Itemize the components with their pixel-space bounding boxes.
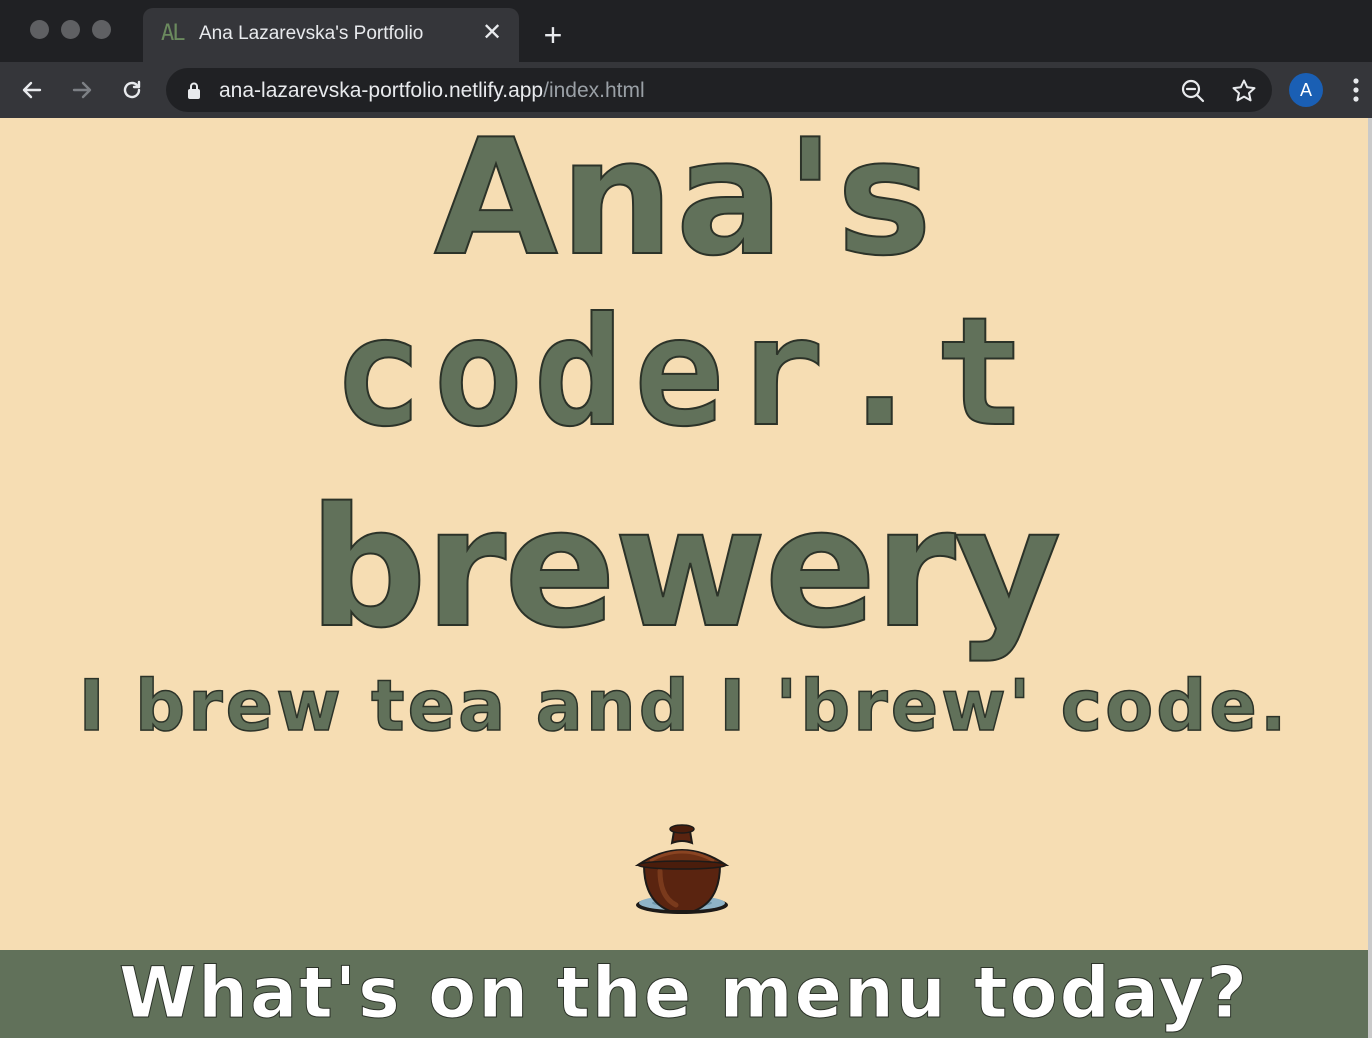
browser-tab-active[interactable]: AL Ana Lazarevska's Portfolio ✕ — [143, 8, 519, 62]
new-tab-button[interactable]: + — [538, 19, 568, 51]
kebab-menu-icon[interactable] — [1346, 76, 1366, 104]
tab-title: Ana Lazarevska's Portfolio — [199, 23, 424, 44]
reload-icon[interactable] — [116, 74, 148, 106]
window-minimize-button[interactable] — [61, 20, 80, 39]
tab-favicon-icon: AL — [161, 21, 186, 46]
star-icon[interactable] — [1231, 78, 1257, 104]
menu-section-banner: What's on the menu today? — [0, 950, 1368, 1038]
forward-arrow-icon[interactable] — [66, 74, 98, 106]
browser-titlebar: AL Ana Lazarevska's Portfolio ✕ + — [0, 0, 1372, 62]
url-text[interactable]: ana-lazarevska-portfolio.netlify.app/ind… — [219, 79, 645, 103]
window-close-button[interactable] — [30, 20, 49, 39]
hero-title-line-1: Ana's — [433, 118, 934, 291]
url-path: /index.html — [543, 79, 645, 102]
hero-title-line-3: brewery — [308, 472, 1063, 664]
page-viewport: Ana's coder.t brewery I brew tea and I '… — [0, 118, 1368, 1038]
hero-title-line-2: coder.t — [332, 286, 1036, 460]
profile-avatar[interactable]: A — [1289, 73, 1323, 107]
back-arrow-icon[interactable] — [16, 74, 48, 106]
menu-section-title: What's on the menu today? — [118, 952, 1250, 1035]
page-scrollbar[interactable] — [1368, 118, 1372, 1038]
browser-toolbar: ana-lazarevska-portfolio.netlify.app/ind… — [0, 62, 1372, 118]
zoom-out-icon[interactable] — [1180, 78, 1206, 104]
window-zoom-button[interactable] — [92, 20, 111, 39]
hero-tagline: I brew tea and I 'brew' code. — [78, 665, 1290, 747]
window-controls — [30, 20, 111, 39]
lock-icon[interactable] — [186, 81, 202, 99]
teacup-gaiwan-icon — [634, 824, 730, 914]
address-bar[interactable]: ana-lazarevska-portfolio.netlify.app/ind… — [166, 68, 1272, 112]
url-host: ana-lazarevska-portfolio.netlify.app — [219, 79, 544, 102]
tab-close-icon[interactable]: ✕ — [479, 20, 505, 46]
